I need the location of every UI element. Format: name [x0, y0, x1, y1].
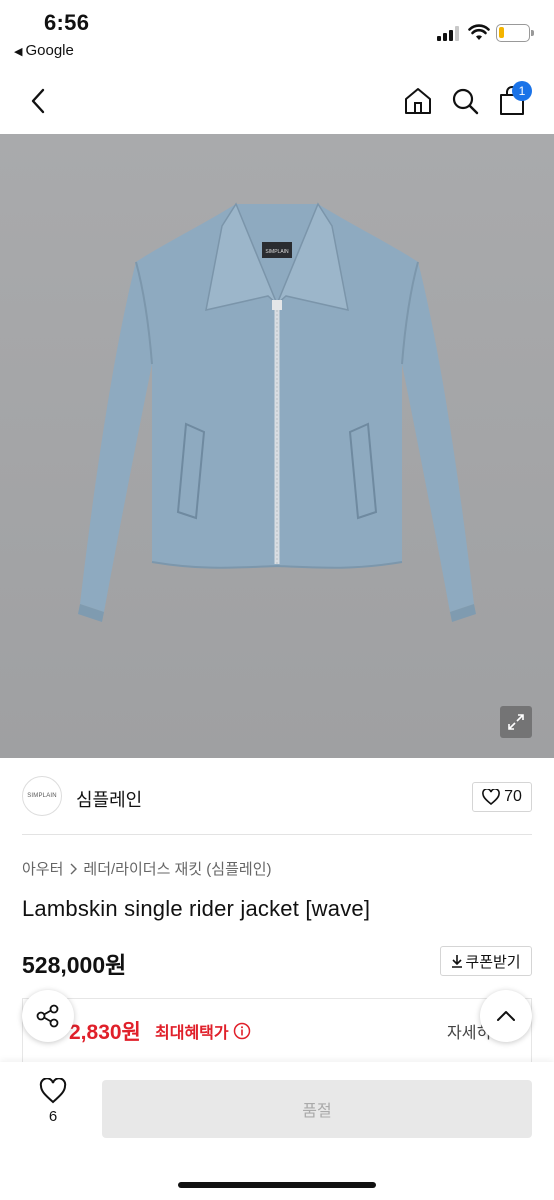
- bottom-action-bar: 6 품절: [0, 1062, 554, 1200]
- benefit-price: 2,830원: [69, 1021, 141, 1044]
- expand-image-button[interactable]: [500, 706, 532, 738]
- soldout-button[interactable]: 품절: [102, 1080, 532, 1138]
- expand-icon: [508, 714, 524, 730]
- breadcrumb: 아우터 레더/라이더스 재킷 (심플레인): [22, 858, 272, 879]
- download-icon: [452, 955, 463, 968]
- product-image[interactable]: SIMPLAIN: [0, 134, 554, 758]
- jacket-label-text: SIMPLAIN: [265, 249, 289, 255]
- share-button[interactable]: [22, 990, 74, 1042]
- wifi-icon: [468, 24, 490, 40]
- coupon-label: 쿠폰받기: [465, 953, 521, 971]
- coupon-button[interactable]: 쿠폰받기: [440, 946, 532, 976]
- status-bar: 6:56 ◀ Google: [0, 0, 554, 68]
- share-icon: [36, 1004, 59, 1028]
- benefit-label: 최대혜택가: [155, 1025, 229, 1042]
- product-title: Lambskin single rider jacket [wave]: [22, 896, 371, 921]
- search-button[interactable]: [443, 68, 487, 134]
- heart-icon: [482, 789, 500, 805]
- chevron-up-icon: [497, 1011, 515, 1021]
- benefit-label-group: 최대혜택가: [155, 1019, 251, 1043]
- back-chevron-icon: [31, 88, 45, 114]
- divider: [22, 834, 532, 835]
- jacket-image: SIMPLAIN: [0, 134, 554, 758]
- breadcrumb-subcategory[interactable]: 레더/라이더스 재킷 (심플레인): [83, 858, 271, 879]
- brand-name[interactable]: 심플레인: [76, 786, 142, 812]
- brand-row: SIMPLAIN 심플레인 70: [22, 772, 532, 824]
- cart-count-badge: 1: [512, 81, 532, 101]
- chevron-right-icon: [70, 863, 78, 874]
- search-icon: [452, 88, 479, 115]
- product-price: 528,000원: [22, 952, 127, 978]
- wishlist-button[interactable]: 6: [28, 1078, 78, 1138]
- info-icon[interactable]: [233, 1022, 251, 1040]
- back-to-app-link[interactable]: ◀ Google: [14, 42, 74, 59]
- brand-like-button[interactable]: 70: [472, 782, 532, 812]
- nav-bar: 1: [0, 68, 554, 134]
- scroll-top-button[interactable]: [480, 990, 532, 1042]
- status-time: 6:56: [44, 10, 90, 35]
- home-icon: [405, 88, 431, 114]
- heart-icon: [39, 1078, 67, 1104]
- back-triangle-icon: ◀: [14, 46, 23, 58]
- home-indicator: [178, 1182, 376, 1188]
- home-button[interactable]: [396, 68, 440, 134]
- breadcrumb-category[interactable]: 아우터: [22, 858, 63, 879]
- back-app-label: Google: [25, 42, 74, 59]
- brand-like-count: 70: [504, 788, 522, 805]
- signal-icon: [437, 26, 459, 41]
- max-benefit-box[interactable]: 2,830원 최대혜택가 자세히: [22, 998, 532, 1062]
- wishlist-count: 6: [48, 1108, 58, 1125]
- battery-icon: [496, 24, 534, 42]
- back-button[interactable]: [16, 68, 60, 134]
- cart-button[interactable]: 1: [490, 68, 534, 134]
- brand-logo[interactable]: SIMPLAIN: [22, 776, 62, 816]
